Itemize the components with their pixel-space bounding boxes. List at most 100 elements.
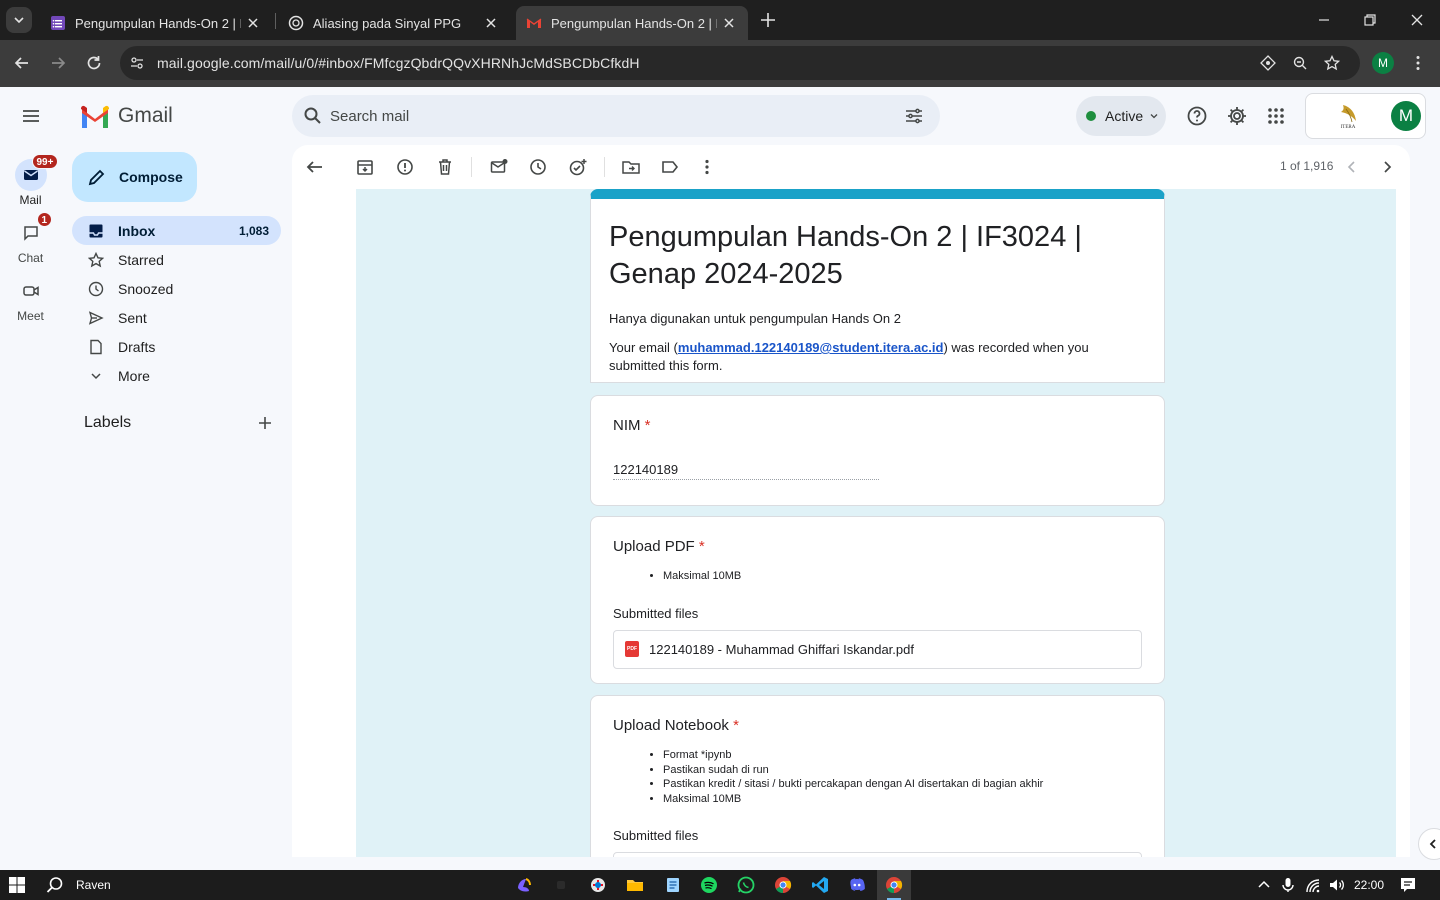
account-avatar[interactable]: M — [1391, 101, 1421, 131]
mark-unread-icon[interactable] — [489, 157, 509, 177]
whatsapp-icon[interactable] — [737, 876, 755, 894]
zoom-icon[interactable] — [1292, 55, 1308, 71]
question-title: Upload PDF * — [613, 538, 1142, 555]
browser-tab-bar: Pengumpulan Hands-On 2 | IF3024 Aliasing… — [0, 0, 1440, 40]
notepad-icon[interactable] — [664, 876, 682, 894]
vscode-icon[interactable] — [811, 876, 829, 894]
search-icon[interactable] — [303, 106, 323, 126]
nav-label: More — [118, 367, 150, 384]
send-icon — [86, 308, 106, 328]
question-title-text: NIM — [613, 417, 641, 434]
nav-item-sent[interactable]: Sent — [72, 303, 281, 332]
restore-icon[interactable] — [1362, 12, 1378, 28]
label-icon[interactable] — [660, 157, 680, 177]
nav-item-inbox[interactable]: Inbox 1,083 — [72, 216, 281, 245]
back-to-inbox-icon[interactable] — [305, 157, 325, 177]
question-requirements: Format *ipynb Pastikan sudah di run Past… — [663, 748, 1164, 806]
tab-title: Aliasing pada Sinyal PPG — [313, 15, 462, 31]
browser-tab-forms[interactable]: Pengumpulan Hands-On 2 | IF3024 — [40, 6, 272, 40]
older-chevron-icon[interactable] — [1377, 157, 1397, 177]
close-icon[interactable] — [246, 16, 260, 30]
copilot-icon[interactable] — [515, 876, 533, 894]
more-vert-icon[interactable] — [1409, 54, 1427, 72]
delete-icon[interactable] — [435, 157, 455, 177]
search-options-icon[interactable] — [904, 106, 924, 126]
app-icon[interactable] — [552, 876, 570, 894]
search-icon[interactable] — [46, 876, 64, 894]
spotify-icon[interactable] — [700, 876, 718, 894]
rail-meet[interactable]: Meet — [0, 275, 61, 323]
browser-tab-chatgpt[interactable]: Aliasing pada Sinyal PPG — [278, 6, 510, 40]
apps-grid-icon[interactable] — [1265, 105, 1287, 127]
help-icon[interactable] — [1186, 105, 1208, 127]
close-icon[interactable] — [484, 16, 498, 30]
rail-mail[interactable]: 99+ Mail — [0, 154, 61, 207]
submitted-file-chip[interactable] — [613, 852, 1142, 857]
chevron-up-icon[interactable] — [1255, 876, 1273, 894]
snipping-tool-icon[interactable] — [589, 876, 607, 894]
more-vert-icon[interactable] — [697, 157, 717, 177]
nim-answer: 122140189 — [613, 462, 879, 480]
report-spam-icon[interactable] — [395, 157, 415, 177]
submitted-file-chip[interactable]: PDF 122140189 - Muhammad Ghiffari Iskand… — [613, 629, 1142, 669]
volume-icon[interactable] — [1328, 876, 1346, 894]
search-bar[interactable] — [292, 95, 940, 137]
close-icon[interactable] — [722, 16, 736, 30]
close-window-icon[interactable] — [1409, 12, 1425, 28]
forward-icon[interactable] — [49, 54, 67, 72]
add-task-icon[interactable] — [568, 157, 588, 177]
tab-search-button[interactable] — [6, 7, 32, 33]
main-menu-icon[interactable] — [20, 105, 42, 127]
itera-logo: ITERA — [1313, 101, 1383, 131]
rail-label: Chat — [17, 251, 44, 265]
snooze-icon[interactable] — [528, 157, 548, 177]
bookmark-star-icon[interactable] — [1324, 55, 1340, 71]
file-explorer-icon[interactable] — [626, 876, 644, 894]
rail-chat-icon-wrap: 1 — [15, 212, 53, 249]
form-title: Pengumpulan Hands-On 2 | IF3024 | Genap … — [609, 221, 1082, 290]
reload-icon[interactable] — [85, 54, 103, 72]
question-title-text: Upload Notebook — [613, 717, 729, 734]
site-settings-icon[interactable] — [129, 55, 145, 71]
app-rail: 99+ Mail 1 Chat Meet — [0, 87, 61, 870]
status-selector[interactable]: Active — [1076, 96, 1166, 136]
browser-tab-gmail[interactable]: Pengumpulan Hands-On 2 | IF3024 — [516, 6, 748, 40]
nav-item-snoozed[interactable]: Snoozed — [72, 274, 281, 303]
microphone-icon[interactable] — [1279, 876, 1297, 894]
lens-icon[interactable] — [1260, 55, 1276, 71]
respondent-email-link[interactable]: muhammad.122140189@student.itera.ac.id — [678, 340, 944, 355]
nav-item-drafts[interactable]: Drafts — [72, 332, 281, 361]
notifications-icon[interactable] — [1399, 876, 1417, 894]
nav-item-more[interactable]: More — [72, 361, 281, 390]
rail-chat[interactable]: 1 Chat — [0, 212, 61, 265]
taskbar-search-label[interactable]: Raven — [76, 878, 111, 892]
archive-icon[interactable] — [355, 157, 375, 177]
clock-time[interactable]: 22:00 — [1354, 878, 1384, 892]
question-title: Upload Notebook * — [613, 717, 1142, 734]
windows-start-icon[interactable] — [8, 876, 26, 894]
newer-chevron-icon[interactable] — [1342, 157, 1362, 177]
back-icon[interactable] — [13, 54, 31, 72]
move-to-icon[interactable] — [621, 157, 641, 177]
gmail-icon — [526, 18, 542, 28]
nav-label: Starred — [118, 251, 164, 268]
chrome-active-icon[interactable] — [885, 876, 903, 894]
draft-icon — [86, 337, 106, 357]
new-tab-icon[interactable] — [759, 11, 777, 29]
address-bar[interactable]: mail.google.com/mail/u/0/#inbox/FMfcgzQb… — [120, 46, 1360, 80]
discord-icon[interactable] — [848, 876, 866, 894]
minimize-icon[interactable] — [1316, 12, 1332, 28]
side-panel-toggle[interactable] — [1418, 828, 1440, 860]
nav-item-starred[interactable]: Starred — [72, 245, 281, 274]
compose-button[interactable]: Compose — [72, 152, 197, 202]
chrome-icon[interactable] — [774, 876, 792, 894]
gmail-logo[interactable]: Gmail — [80, 104, 173, 128]
question-requirements: Maksimal 10MB — [663, 569, 1164, 584]
form-header-card: Pengumpulan Hands-On 2 | IF3024 | Genap … — [590, 189, 1165, 383]
search-input[interactable] — [330, 95, 890, 137]
chevron-down-icon — [1150, 114, 1158, 119]
settings-gear-icon[interactable] — [1226, 105, 1248, 127]
wifi-icon[interactable] — [1304, 876, 1322, 894]
add-label-icon[interactable] — [257, 415, 273, 431]
browser-profile-avatar[interactable]: M — [1372, 52, 1394, 74]
